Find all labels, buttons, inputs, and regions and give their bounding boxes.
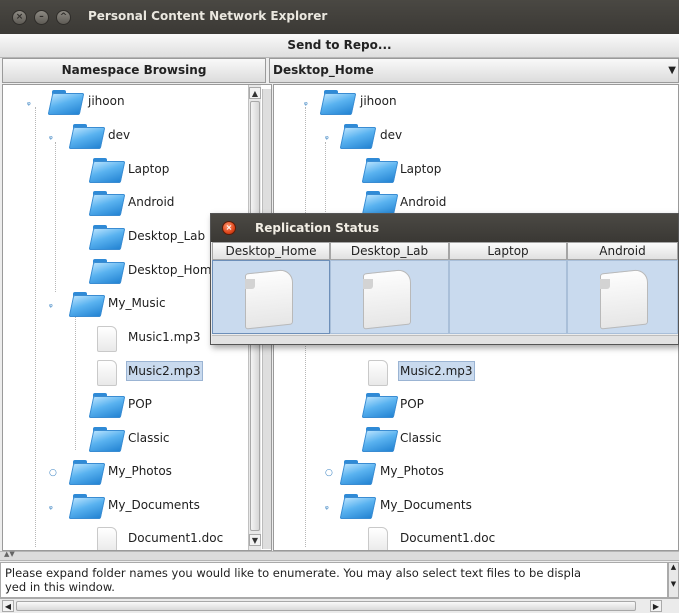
tree-item-my-documents[interactable]: My_Documents (106, 495, 202, 515)
message-line-2: yed in this window. (5, 580, 115, 594)
scroll-down-arrow-icon[interactable]: ▼ (249, 534, 261, 546)
tree-item-pop[interactable]: POP (398, 394, 426, 414)
replication-cell-laptop[interactable] (449, 260, 567, 334)
split-pane-divider[interactable]: ▲▼ (0, 550, 679, 561)
file-icon (357, 268, 413, 330)
scroll-down-arrow-icon[interactable]: ▼ (669, 580, 678, 589)
folder-icon (339, 123, 377, 149)
message-text-area[interactable]: Please expand folder names you would lik… (0, 562, 668, 598)
folder-icon (68, 291, 106, 317)
tree-item-my-music[interactable]: My_Music (106, 293, 168, 313)
tree-item-classic[interactable]: Classic (398, 428, 444, 448)
file-icon (364, 526, 390, 550)
replication-cell-desktop-lab[interactable] (330, 260, 449, 334)
horizontal-scrollbar[interactable]: ◀ ▶ (0, 598, 679, 613)
folder-icon (47, 89, 85, 115)
tree-item-my-photos[interactable]: My_Photos (378, 461, 446, 481)
tree-item-my-photos[interactable]: My_Photos (106, 461, 174, 481)
tree-item-music2[interactable]: Music2.mp3 (126, 361, 203, 381)
tree-item-android[interactable]: Android (398, 192, 448, 212)
column-header-desktop-lab[interactable]: Desktop_Lab (330, 242, 449, 260)
dialog-titlebar: × Replication Status (211, 214, 678, 242)
scroll-up-arrow-icon[interactable]: ▲ (249, 87, 261, 99)
tree-item-music2[interactable]: Music2.mp3 (398, 361, 475, 381)
replication-status-dialog: × Replication Status Desktop_Home Deskto… (210, 213, 679, 345)
device-selector[interactable]: Desktop_Home ▼ (269, 58, 679, 83)
tree-item-jihoon[interactable]: jihoon (86, 91, 127, 111)
window-title: Personal Content Network Explorer (88, 9, 328, 23)
expand-handle-icon[interactable]: ᵩ (49, 133, 57, 142)
tree-item-dev[interactable]: dev (378, 125, 404, 145)
namespace-browsing-header: Namespace Browsing (2, 58, 266, 83)
expand-handle-icon[interactable]: ᵩ (304, 99, 312, 108)
send-to-repo-button[interactable]: Send to Repo... (0, 34, 679, 58)
folder-icon (68, 493, 106, 519)
column-header-desktop-home[interactable]: Desktop_Home (212, 242, 330, 260)
expand-handle-icon[interactable]: ᵩ (27, 99, 35, 108)
message-scrollbar[interactable]: ▲ ▼ (668, 562, 679, 598)
close-icon[interactable]: × (222, 221, 236, 235)
folder-icon (88, 392, 126, 418)
tree-item-desktop-lab[interactable]: Desktop_Lab (126, 226, 207, 246)
tree-item-android[interactable]: Android (126, 192, 176, 212)
folder-icon (88, 224, 126, 250)
tree-item-my-documents[interactable]: My_Documents (378, 495, 474, 515)
tree-guide-line (35, 107, 36, 547)
folder-icon (319, 89, 357, 115)
file-icon (93, 526, 119, 550)
folder-icon (339, 459, 377, 485)
replication-cell-android[interactable] (567, 260, 678, 334)
dialog-title: Replication Status (255, 221, 380, 235)
message-line-1: Please expand folder names you would lik… (5, 566, 582, 580)
replication-cell-desktop-home[interactable] (212, 260, 330, 334)
expand-handle-icon[interactable]: ᵩ (325, 133, 333, 142)
tree-item-dev[interactable]: dev (106, 125, 132, 145)
folder-icon (361, 157, 399, 183)
maximize-window-icon[interactable]: ^ (56, 10, 71, 25)
file-icon (93, 325, 119, 353)
tree-item-music1[interactable]: Music1.mp3 (126, 327, 203, 347)
folder-icon (68, 123, 106, 149)
file-icon (364, 359, 390, 387)
tree-item-laptop[interactable]: Laptop (126, 159, 171, 179)
chevron-down-icon[interactable]: ▼ (668, 59, 676, 82)
file-icon (239, 268, 295, 330)
tree-item-pop[interactable]: POP (126, 394, 154, 414)
folder-icon (88, 190, 126, 216)
tree-guide-line (55, 142, 56, 292)
tree-item-desktop-home[interactable]: Desktop_Home (126, 260, 221, 280)
dialog-scrollbar[interactable] (212, 335, 678, 344)
folder-icon (339, 493, 377, 519)
file-icon (594, 268, 650, 330)
collapsed-handle-icon[interactable]: ○ (325, 469, 333, 478)
tree-item-classic[interactable]: Classic (126, 428, 172, 448)
folder-icon (88, 426, 126, 452)
column-header-android[interactable]: Android (567, 242, 678, 260)
close-window-icon[interactable]: × (12, 10, 27, 25)
folder-icon (88, 157, 126, 183)
expand-handle-icon[interactable]: ᵩ (325, 503, 333, 512)
folder-icon (361, 392, 399, 418)
minimize-window-icon[interactable]: – (34, 10, 49, 25)
tree-item-jihoon[interactable]: jihoon (358, 91, 399, 111)
scroll-left-arrow-icon[interactable]: ◀ (2, 600, 14, 612)
file-icon (93, 359, 119, 387)
scroll-right-arrow-icon[interactable]: ▶ (650, 600, 662, 612)
device-selector-value: Desktop_Home (273, 63, 374, 77)
folder-icon (88, 258, 126, 284)
tree-item-laptop[interactable]: Laptop (398, 159, 443, 179)
column-header-laptop[interactable]: Laptop (449, 242, 567, 260)
window-titlebar: × – ^ Personal Content Network Explorer (0, 0, 679, 34)
expand-handle-icon[interactable]: ᵩ (49, 503, 57, 512)
expand-handle-icon[interactable]: ᵩ (49, 301, 57, 310)
collapsed-handle-icon[interactable]: ○ (49, 469, 57, 478)
scroll-up-arrow-icon[interactable]: ▲ (669, 563, 678, 572)
tree-item-document1[interactable]: Document1.doc (126, 528, 225, 548)
tree-guide-line (75, 310, 76, 450)
folder-icon (68, 459, 106, 485)
tree-item-document1[interactable]: Document1.doc (398, 528, 497, 548)
folder-icon (361, 426, 399, 452)
horizontal-scrollbar-thumb[interactable] (16, 601, 636, 611)
